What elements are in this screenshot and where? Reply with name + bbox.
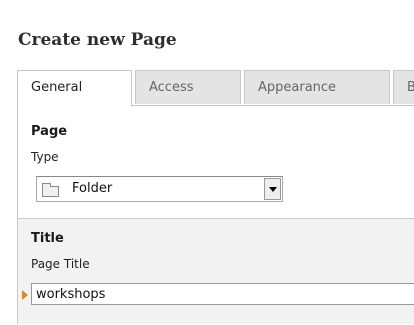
tab-bar: General Access Appearance B (17, 70, 414, 107)
section-heading-title: Title (31, 231, 64, 246)
title-section: Title Page Title (18, 218, 414, 324)
folder-icon (42, 183, 59, 197)
required-marker-icon (22, 290, 28, 300)
page-title-input[interactable] (31, 283, 414, 305)
tab-truncated[interactable]: B (393, 70, 414, 104)
create-page-form: Create new Page General Access Appearanc… (0, 0, 414, 325)
tab-panel-general: Page Type Folder Title Page Title (17, 105, 414, 324)
tab-access[interactable]: Access (135, 70, 241, 104)
type-select[interactable]: Folder (36, 176, 283, 202)
type-label: Type (31, 150, 59, 164)
section-heading-page: Page (31, 124, 68, 139)
type-select-value: Folder (72, 181, 113, 196)
tab-general[interactable]: General (17, 70, 132, 107)
chevron-down-icon[interactable] (264, 178, 281, 200)
tab-appearance[interactable]: Appearance (244, 70, 390, 104)
page-title-label: Page Title (31, 257, 90, 271)
page-title: Create new Page (18, 30, 177, 50)
